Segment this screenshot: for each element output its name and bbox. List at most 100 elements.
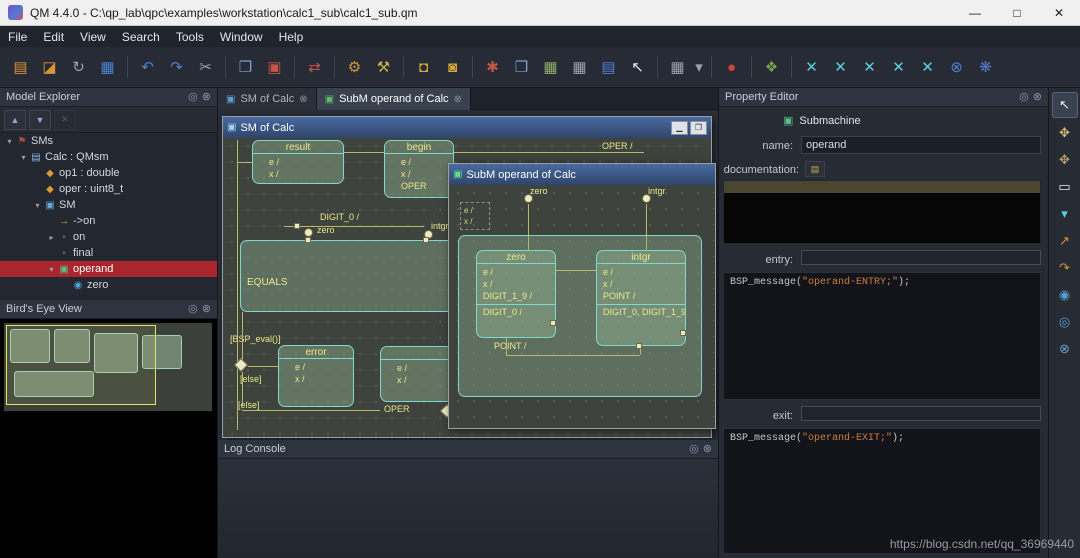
tool-x-3-icon[interactable]: ✕: [856, 54, 883, 81]
entry-point-tool-icon[interactable]: ◎: [1053, 310, 1077, 334]
menu-window[interactable]: Window: [212, 30, 271, 44]
expander-icon[interactable]: ▾: [4, 137, 15, 146]
new-model-icon[interactable]: ▤: [7, 54, 34, 81]
mdi-minimize-button[interactable]: ▁: [671, 120, 688, 135]
build-icon[interactable]: ⚒: [370, 54, 397, 81]
tree-item-zero[interactable]: ◉ zero: [0, 277, 217, 293]
minimap[interactable]: [4, 323, 212, 411]
palette-icon[interactable]: ❖: [758, 54, 785, 81]
tree-item-oper[interactable]: ◆ oper : uint8_t: [0, 181, 217, 197]
pointer-mode-icon[interactable]: ↖: [624, 54, 651, 81]
log-view-icon[interactable]: ▤: [595, 54, 622, 81]
reload-icon[interactable]: ↻: [65, 54, 92, 81]
close-panel-icon[interactable]: ⊗: [202, 300, 211, 319]
tree-item-on[interactable]: ▸ ▪ on: [0, 229, 217, 245]
close-button[interactable]: ✕: [1038, 0, 1080, 26]
log-console-content[interactable]: [218, 459, 718, 558]
merge-icon[interactable]: ⇄: [301, 54, 328, 81]
move-down-button[interactable]: ▼: [29, 109, 51, 130]
close-panel-icon[interactable]: ⊗: [202, 88, 211, 107]
menu-edit[interactable]: Edit: [35, 30, 72, 44]
tab-close-icon[interactable]: ⊗: [454, 94, 462, 105]
tree-item-final[interactable]: ▪ final: [0, 245, 217, 261]
menu-help[interactable]: Help: [271, 30, 312, 44]
float-panel-icon[interactable]: ◎: [689, 440, 699, 459]
image-view-icon[interactable]: ▦: [537, 54, 564, 81]
grid-dropdown-icon[interactable]: ▾: [693, 54, 705, 81]
unlock-icon[interactable]: ◙: [439, 54, 466, 81]
open-model-icon[interactable]: ◪: [36, 54, 63, 81]
undo-icon[interactable]: ↶: [134, 54, 161, 81]
move-up-button[interactable]: ▲: [4, 109, 26, 130]
expander-icon[interactable]: ▾: [32, 201, 43, 210]
mdi-maximize-button[interactable]: ❐: [690, 120, 707, 135]
close-panel-icon[interactable]: ⊗: [1033, 88, 1042, 107]
tool-x-2-icon[interactable]: ✕: [827, 54, 854, 81]
entry-field[interactable]: [801, 250, 1041, 265]
entry-point-zero[interactable]: [304, 228, 313, 237]
tree-item-sms[interactable]: ▾ ⚑ SMs: [0, 133, 217, 149]
name-input[interactable]: [801, 136, 1041, 154]
tree-item-initial-on[interactable]: → ->on: [0, 213, 217, 229]
menu-view[interactable]: View: [72, 30, 114, 44]
cut-icon[interactable]: ✂: [192, 54, 219, 81]
state-result[interactable]: result e / x /: [252, 140, 344, 184]
close-panel-icon[interactable]: ⊗: [703, 440, 712, 459]
state-error[interactable]: error e / x /: [278, 345, 354, 407]
titlebar[interactable]: QM 4.4.0 - C:\qp_lab\qpc\examples\workst…: [0, 0, 1080, 26]
minimize-button[interactable]: —: [954, 0, 996, 26]
tree-item-operand-selected[interactable]: ▾ ▣ operand: [0, 261, 217, 277]
state-begin[interactable]: begin e / x / OPER: [384, 140, 454, 198]
float-panel-icon[interactable]: ◎: [1019, 88, 1029, 107]
grid-icon[interactable]: ▦: [664, 54, 691, 81]
mdi-window-titlebar[interactable]: ▣ SubM operand of Calc: [449, 164, 715, 185]
state-intgr[interactable]: intgr e / x / POINT / DIGIT_0, DIGIT_1_9: [596, 250, 686, 346]
window-view-icon[interactable]: ❒: [508, 54, 535, 81]
tool-x-5-icon[interactable]: ✕: [914, 54, 941, 81]
state-unnamed[interactable]: e / x /: [380, 346, 454, 402]
expander-icon[interactable]: ▾: [46, 265, 57, 274]
exit-point-tool-icon[interactable]: ⊗: [1053, 337, 1077, 361]
tree-item-calc[interactable]: ▾ ▤ Calc : QMsm: [0, 149, 217, 165]
state-tool-icon[interactable]: ▭: [1053, 175, 1077, 199]
menu-search[interactable]: Search: [114, 30, 168, 44]
menu-file[interactable]: File: [0, 30, 35, 44]
subm-operand-canvas[interactable]: zero intgr e / x / zero e / x / DIGIT_1_…: [450, 185, 714, 427]
more-tools-icon[interactable]: ▾: [1053, 202, 1077, 226]
exit-field[interactable]: [801, 406, 1041, 421]
lock-icon[interactable]: ◘: [410, 54, 437, 81]
tree-item-op1[interactable]: ◆ op1 : double: [0, 165, 217, 181]
generate-code-icon[interactable]: ⚙: [341, 54, 368, 81]
save-icon[interactable]: ▦: [94, 54, 121, 81]
menu-tools[interactable]: Tools: [168, 30, 212, 44]
documentation-textarea[interactable]: [723, 180, 1041, 244]
paste-icon[interactable]: ▣: [261, 54, 288, 81]
tree-item-sm[interactable]: ▾ ▣ SM: [0, 197, 217, 213]
doc-edit-button[interactable]: ▤: [805, 161, 825, 177]
state-zero[interactable]: zero e / x / DIGIT_1_9 / DIGIT_0 /: [476, 250, 556, 338]
pan-tool-icon[interactable]: ✥: [1053, 121, 1077, 145]
tab-sm-of-calc[interactable]: ▣ SM of Calc ⊗: [218, 88, 317, 110]
qspy-icon[interactable]: ❋: [972, 54, 999, 81]
grab-tool-icon[interactable]: ✥: [1053, 148, 1077, 172]
entry-point-intgr[interactable]: [642, 194, 651, 203]
tool-x-4-icon[interactable]: ✕: [885, 54, 912, 81]
tab-subm-operand[interactable]: ▣ SubM operand of Calc ⊗: [316, 88, 471, 110]
critic-icon[interactable]: ✱: [479, 54, 506, 81]
copy-icon[interactable]: ❐: [232, 54, 259, 81]
float-panel-icon[interactable]: ◎: [188, 88, 198, 107]
mdi-window-titlebar[interactable]: ▣ SM of Calc ▁ ❐: [223, 117, 711, 138]
minimap-viewport[interactable]: [6, 325, 156, 405]
subm-operand-window[interactable]: ▣ SubM operand of Calc zero intgr e / x …: [448, 163, 716, 429]
clear-filter-button[interactable]: ✕: [54, 109, 76, 130]
transition-tool-icon[interactable]: ↗: [1053, 229, 1077, 253]
entry-point-zero[interactable]: [524, 194, 533, 203]
float-panel-icon[interactable]: ◎: [188, 300, 198, 319]
cancel-icon[interactable]: ⊗: [943, 54, 970, 81]
expander-icon[interactable]: ▸: [46, 233, 57, 242]
image-copy-icon[interactable]: ▦: [566, 54, 593, 81]
entry-code-editor[interactable]: BSP_message("operand-ENTRY;");: [723, 272, 1041, 400]
record-icon[interactable]: ●: [718, 54, 745, 81]
redo-icon[interactable]: ↷: [163, 54, 190, 81]
expander-icon[interactable]: ▾: [18, 153, 29, 162]
